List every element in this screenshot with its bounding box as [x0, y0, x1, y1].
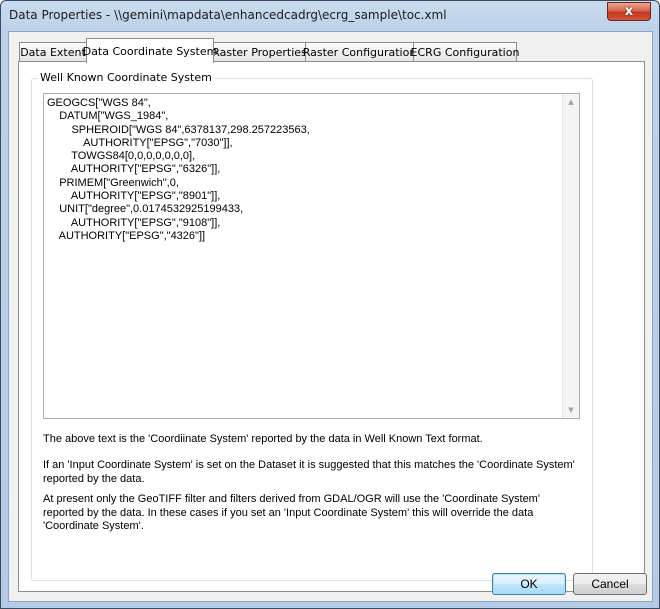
ok-button[interactable]: OK	[492, 573, 566, 595]
wkt-text: GEOGCS["WGS 84", DATUM["WGS_1984", SPHER…	[47, 97, 310, 242]
description-paragraph-3: At present only the GeoTIFF filter and f…	[43, 493, 540, 532]
tab-panel-data-coordinate-system: Well Known Coordinate System GEOGCS["WGS…	[18, 61, 645, 592]
close-button[interactable]: x	[607, 2, 651, 21]
tab-ecrg-configuration[interactable]: ECRG Configuration	[411, 42, 519, 62]
vertical-scrollbar[interactable]: ▲ ▼	[562, 94, 579, 418]
window-title: Data Properties - \\gemini\mapdata\enhan…	[9, 8, 447, 22]
close-icon: x	[624, 4, 634, 19]
group-label: Well Known Coordinate System	[38, 71, 214, 84]
well-known-coordinate-system-group: Well Known Coordinate System GEOGCS["WGS…	[31, 71, 593, 581]
tab-raster-configuration[interactable]: Raster Configuration	[303, 42, 416, 62]
cancel-button[interactable]: Cancel	[573, 573, 647, 595]
dialog-client-area: Data Extent Data Coordinate System Raste…	[8, 31, 653, 602]
description-paragraph-1: The above text is the 'Coordiinate Syste…	[43, 433, 483, 445]
description-paragraph-2: If an 'Input Coordinate System' is set o…	[43, 459, 575, 485]
title-bar[interactable]: Data Properties - \\gemini\mapdata\enhan…	[1, 1, 659, 29]
scroll-down-arrow-icon[interactable]: ▼	[563, 402, 579, 418]
wkt-text-area[interactable]: GEOGCS["WGS 84", DATUM["WGS_1984", SPHER…	[43, 93, 580, 419]
dialog-window: Data Properties - \\gemini\mapdata\enhan…	[0, 0, 660, 609]
scroll-up-arrow-icon[interactable]: ▲	[563, 94, 579, 110]
tab-data-extent[interactable]: Data Extent	[19, 42, 87, 62]
tab-data-coordinate-system[interactable]: Data Coordinate System	[83, 38, 217, 63]
tab-raster-properties[interactable]: Raster Properties	[212, 42, 307, 62]
